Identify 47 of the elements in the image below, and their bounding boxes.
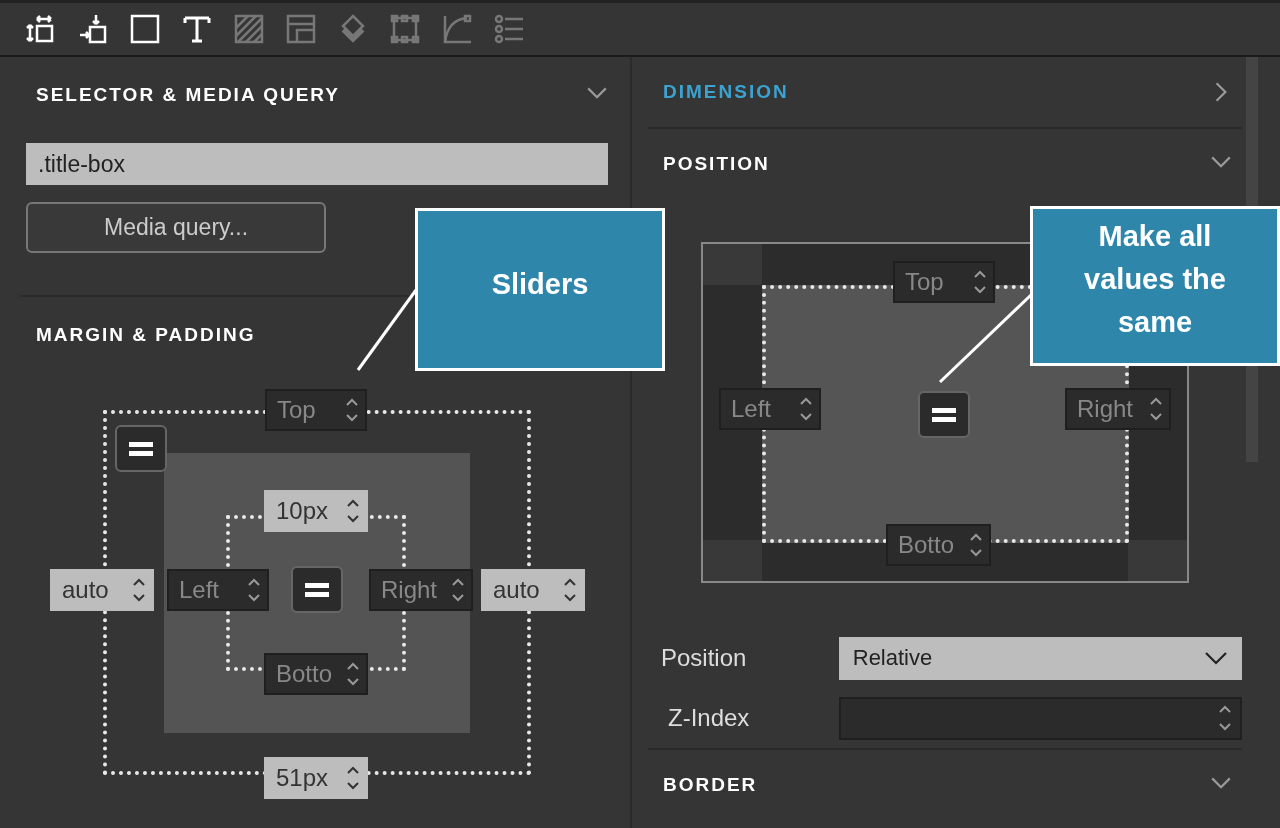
field-label: Position bbox=[660, 644, 748, 672]
spinner-icon bbox=[346, 765, 360, 791]
spinner-icon bbox=[973, 269, 987, 295]
spin-field[interactable]: Botto bbox=[886, 524, 991, 566]
equals-icon bbox=[129, 441, 153, 456]
z-index-field[interactable] bbox=[838, 696, 1242, 740]
spinner-icon bbox=[247, 577, 261, 603]
spin-field[interactable]: auto bbox=[50, 569, 154, 611]
spin-field[interactable]: Right bbox=[369, 569, 473, 611]
spin-field[interactable]: 10px bbox=[264, 490, 368, 532]
spinner-icon bbox=[969, 532, 983, 558]
spin-field[interactable]: Botto bbox=[264, 653, 368, 695]
border-tool-icon[interactable] bbox=[129, 13, 161, 45]
link-margins-button[interactable] bbox=[115, 425, 167, 472]
spin-field[interactable]: Left bbox=[167, 569, 269, 611]
spin-field[interactable]: Top bbox=[893, 261, 995, 303]
media-query-button[interactable]: Media query... bbox=[26, 202, 326, 253]
callout-tooltip: Make all values the same bbox=[1030, 206, 1280, 366]
spinner-icon bbox=[563, 577, 577, 603]
link-offsets-button[interactable] bbox=[918, 391, 970, 438]
spinner-icon bbox=[346, 661, 360, 687]
callout-tooltip: Sliders bbox=[415, 208, 665, 371]
equals-icon bbox=[305, 582, 329, 597]
spinner-icon bbox=[451, 577, 465, 603]
selector-field[interactable]: .title-box bbox=[26, 143, 608, 185]
field-label: Z-Index bbox=[667, 704, 751, 732]
spin-field[interactable]: Top bbox=[265, 389, 367, 431]
spin-field[interactable]: auto bbox=[481, 569, 585, 611]
section-title[interactable]: DIMENSION bbox=[663, 81, 789, 103]
spin-field[interactable]: 51px bbox=[264, 757, 368, 799]
position-tool-icon[interactable] bbox=[77, 13, 109, 45]
section-title[interactable]: SELECTOR & MEDIA QUERY bbox=[36, 84, 341, 106]
spinner-icon bbox=[346, 498, 360, 524]
link-paddings-button[interactable] bbox=[291, 566, 343, 613]
section-title[interactable]: POSITION bbox=[663, 153, 770, 175]
section-title[interactable]: MARGIN & PADDING bbox=[36, 324, 256, 346]
spinner-icon bbox=[1149, 396, 1163, 422]
equals-icon bbox=[932, 407, 956, 422]
spinner-icon bbox=[132, 577, 146, 603]
spin-field[interactable]: Right bbox=[1065, 388, 1171, 430]
spin-field[interactable]: Left bbox=[719, 388, 821, 430]
position-select[interactable]: Relative bbox=[838, 636, 1242, 680]
section-title[interactable]: BORDER bbox=[663, 774, 758, 796]
spinner-icon bbox=[799, 396, 813, 422]
chevron-down-icon bbox=[1204, 651, 1228, 665]
spinner-icon bbox=[345, 397, 359, 423]
spinner-icon bbox=[1218, 703, 1232, 733]
